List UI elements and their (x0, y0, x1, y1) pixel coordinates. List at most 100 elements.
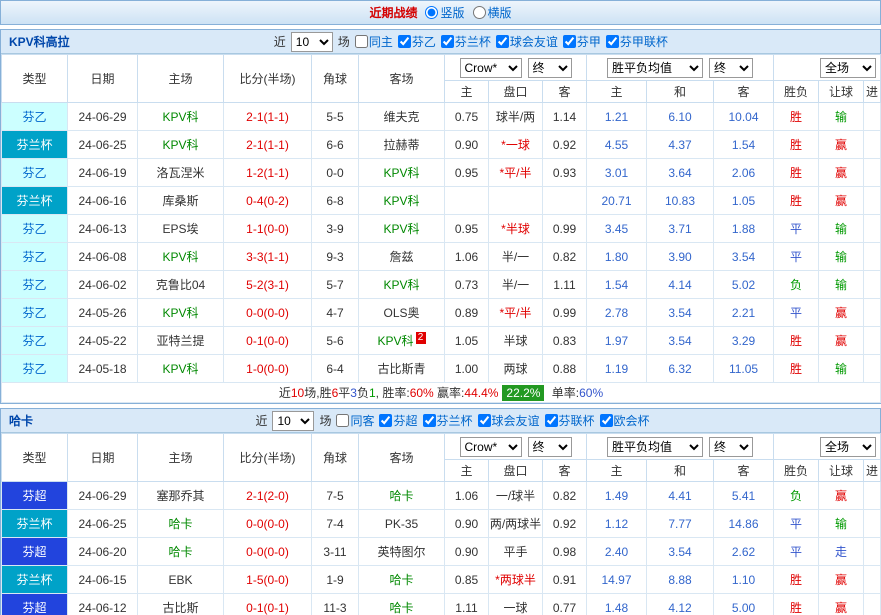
euro-away-odds: 3.54 (714, 243, 774, 271)
league-checkbox[interactable] (563, 35, 576, 48)
league-cell: 芬乙 (2, 271, 68, 299)
filter-controls: 近10场同主芬乙芬兰杯球会友谊芬甲芬甲联杯 (274, 32, 668, 52)
euro-home-odds: 1.54 (587, 271, 647, 299)
away-team: KPV科 (359, 215, 445, 243)
away-team: KPV科 (359, 159, 445, 187)
column-header: 盘口 (489, 460, 543, 482)
league-cell: 芬乙 (2, 215, 68, 243)
europe-odds-controls: 胜平负均值终 (587, 434, 774, 460)
away-team: PK-35 (359, 510, 445, 538)
column-header: 和 (647, 81, 714, 103)
corners-cell: 5-5 (312, 103, 359, 131)
euro-home-odds: 1.21 (587, 103, 647, 131)
league-checkbox[interactable] (423, 414, 436, 427)
score-cell: 1-0(0-0) (224, 355, 312, 383)
home-team: EPS埃 (138, 215, 224, 243)
euro-away-odds: 2.06 (714, 159, 774, 187)
recent-count-select[interactable]: 10 (272, 411, 314, 431)
recent-count-select[interactable]: 10 (291, 32, 333, 52)
league-checkbox[interactable] (606, 35, 619, 48)
matches-table: 类型日期主场比分(半场)角球客场Crow*终胜平负均值终全场主盘口客主和客胜负让… (1, 433, 881, 615)
league-filter[interactable]: 芬甲 (563, 33, 601, 50)
view-mode-group: 竖版横版 (425, 4, 511, 21)
league-checkbox[interactable] (441, 35, 454, 48)
handicap-result-cell: 赢 (819, 299, 864, 327)
euro-home-odds: 4.55 (587, 131, 647, 159)
odds-stage-select[interactable]: 终 (709, 437, 753, 457)
view-mode-radio[interactable] (473, 6, 486, 19)
asian-home-odds: 0.73 (445, 271, 489, 299)
asian-handicap: 半球 (489, 327, 543, 355)
view-mode-radio[interactable] (425, 6, 438, 19)
odds-mode-select[interactable]: 胜平负均值 (607, 58, 703, 78)
summary-segment: 赢率: (434, 386, 465, 400)
asian-home-odds: 0.90 (445, 510, 489, 538)
league-checkbox[interactable] (398, 35, 411, 48)
team-name: KPV科高拉 (9, 33, 70, 50)
odds-stage-select[interactable]: 终 (528, 58, 572, 78)
euro-home-odds: 20.71 (587, 187, 647, 215)
home-team: 洛瓦涅米 (138, 159, 224, 187)
result-cell: 平 (774, 243, 819, 271)
league-filter[interactable]: 芬联杯 (545, 412, 595, 429)
goals-cell (864, 215, 881, 243)
view-mode-option[interactable]: 横版 (473, 4, 512, 21)
euro-draw-odds: 3.90 (647, 243, 714, 271)
same-side-toggle[interactable]: 同主 (355, 33, 393, 50)
column-header: 进 (864, 460, 881, 482)
scope-select[interactable]: 全场 (820, 58, 876, 78)
team-section: KPV科高拉近10场同主芬乙芬兰杯球会友谊芬甲芬甲联杯类型日期主场比分(半场)角… (0, 29, 881, 404)
league-checkbox[interactable] (478, 414, 491, 427)
league-filter[interactable]: 芬乙 (398, 33, 436, 50)
handicap-result-cell: 输 (819, 243, 864, 271)
league-filter[interactable]: 芬兰杯 (441, 33, 491, 50)
league-checkbox[interactable] (545, 414, 558, 427)
goals-cell (864, 327, 881, 355)
bookmaker-select[interactable]: Crow* (460, 437, 522, 457)
asian-home-odds: 0.75 (445, 103, 489, 131)
league-checkbox[interactable] (600, 414, 613, 427)
filter-controls: 近10场同客芬超芬兰杯球会友谊芬联杯欧会杯 (255, 411, 649, 431)
asian-away-odds: 0.88 (543, 355, 587, 383)
odds-stage-select[interactable]: 终 (528, 437, 572, 457)
euro-home-odds: 3.45 (587, 215, 647, 243)
scope-select[interactable]: 全场 (820, 437, 876, 457)
scope-controls: 全场 (774, 434, 881, 460)
goals-cell (864, 159, 881, 187)
date-cell: 24-06-12 (68, 594, 138, 615)
league-checkbox[interactable] (496, 35, 509, 48)
league-cell: 芬超 (2, 594, 68, 615)
league-filter[interactable]: 芬兰杯 (423, 412, 473, 429)
league-filter[interactable]: 芬甲联杯 (606, 33, 668, 50)
league-filter[interactable]: 球会友谊 (478, 412, 540, 429)
score-cell: 5-2(3-1) (224, 271, 312, 299)
league-filter[interactable]: 球会友谊 (496, 33, 558, 50)
corners-cell: 0-0 (312, 159, 359, 187)
goals-cell (864, 482, 881, 510)
odds-stage-select[interactable]: 终 (709, 58, 753, 78)
same-side-checkbox[interactable] (336, 414, 349, 427)
same-side-checkbox[interactable] (355, 35, 368, 48)
view-mode-option[interactable]: 竖版 (425, 4, 464, 21)
asian-handicap (489, 187, 543, 215)
asian-home-odds: 1.00 (445, 355, 489, 383)
same-side-toggle[interactable]: 同客 (336, 412, 374, 429)
column-header: 客 (543, 460, 587, 482)
odds-mode-select[interactable]: 胜平负均值 (607, 437, 703, 457)
league-label: 球会友谊 (492, 412, 540, 429)
league-cell: 芬乙 (2, 327, 68, 355)
bookmaker-select[interactable]: Crow* (460, 58, 522, 78)
league-filter[interactable]: 芬超 (379, 412, 417, 429)
date-cell: 24-06-25 (68, 131, 138, 159)
euro-away-odds: 5.02 (714, 271, 774, 299)
result-cell: 胜 (774, 355, 819, 383)
summary-segment: 22.2% (502, 385, 544, 401)
league-label: 芬兰杯 (437, 412, 473, 429)
league-filter[interactable]: 欧会杯 (600, 412, 650, 429)
column-header: 客 (714, 460, 774, 482)
date-cell: 24-06-25 (68, 510, 138, 538)
league-checkbox[interactable] (379, 414, 392, 427)
column-header: 日期 (68, 434, 138, 482)
handicap-result-cell: 输 (819, 271, 864, 299)
asian-away-odds: 1.14 (543, 103, 587, 131)
